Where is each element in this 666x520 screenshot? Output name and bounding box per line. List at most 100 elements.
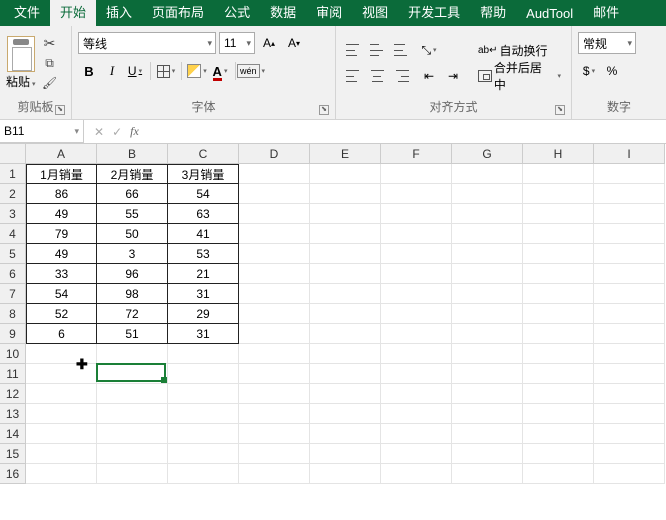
row-header[interactable]: 16 (0, 464, 26, 484)
cell[interactable] (381, 364, 452, 384)
cell[interactable] (452, 244, 523, 264)
cell[interactable] (310, 304, 381, 324)
cell[interactable] (523, 444, 594, 464)
align-center-button[interactable] (366, 65, 388, 87)
cell[interactable] (310, 284, 381, 304)
clipboard-launcher[interactable]: ⬊ (55, 105, 65, 115)
cell[interactable] (452, 364, 523, 384)
cell[interactable]: 86 (26, 184, 97, 204)
cell[interactable] (310, 464, 381, 484)
cell[interactable] (239, 304, 310, 324)
cell[interactable] (239, 444, 310, 464)
cell[interactable] (310, 384, 381, 404)
cell[interactable]: 31 (168, 324, 239, 344)
column-header[interactable]: E (310, 144, 381, 164)
cell[interactable]: 79 (26, 224, 97, 244)
cell[interactable] (523, 204, 594, 224)
cell[interactable] (594, 264, 665, 284)
cell[interactable] (381, 324, 452, 344)
cell[interactable] (523, 344, 594, 364)
cell[interactable] (523, 404, 594, 424)
row-header[interactable]: 9 (0, 324, 26, 344)
cell[interactable] (239, 164, 310, 184)
cell[interactable] (452, 304, 523, 324)
row-header[interactable]: 10 (0, 344, 26, 364)
cell[interactable] (523, 184, 594, 204)
cell[interactable] (168, 404, 239, 424)
cell[interactable]: 49 (26, 204, 97, 224)
tab-开发工具[interactable]: 开发工具 (398, 0, 470, 26)
cell[interactable] (594, 324, 665, 344)
cell[interactable]: 55 (97, 204, 168, 224)
tab-公式[interactable]: 公式 (214, 0, 260, 26)
column-header[interactable]: A (26, 144, 97, 164)
cell[interactable] (452, 284, 523, 304)
font-launcher[interactable]: ⬊ (319, 105, 329, 115)
row-header[interactable]: 12 (0, 384, 26, 404)
cell[interactable] (97, 424, 168, 444)
italic-button[interactable]: I (101, 60, 123, 82)
row-header[interactable]: 4 (0, 224, 26, 244)
cell[interactable]: 6 (26, 324, 97, 344)
cell[interactable]: 50 (97, 224, 168, 244)
enter-formula-button[interactable]: ✓ (112, 125, 122, 139)
cell[interactable]: 3 (97, 244, 168, 264)
tab-AudTool[interactable]: AudTool (516, 1, 583, 26)
cell[interactable] (381, 184, 452, 204)
cell[interactable] (168, 364, 239, 384)
cell[interactable] (594, 444, 665, 464)
cell[interactable] (310, 244, 381, 264)
formula-input[interactable] (149, 121, 666, 143)
wrap-text-button[interactable]: ab↵自动换行 (474, 39, 565, 61)
cancel-formula-button[interactable]: ✕ (94, 125, 104, 139)
align-bottom-button[interactable] (390, 39, 412, 61)
cell[interactable] (523, 384, 594, 404)
underline-button[interactable]: U (124, 60, 146, 82)
cell[interactable] (452, 464, 523, 484)
cell[interactable] (239, 204, 310, 224)
cell[interactable] (381, 344, 452, 364)
cell[interactable] (452, 444, 523, 464)
align-top-button[interactable] (342, 39, 364, 61)
fx-button[interactable]: fx (130, 124, 139, 139)
cell[interactable] (26, 404, 97, 424)
cell[interactable] (310, 184, 381, 204)
decrease-indent-button[interactable]: ⇤ (418, 65, 440, 87)
cell[interactable]: 96 (97, 264, 168, 284)
cell[interactable] (381, 384, 452, 404)
cell[interactable] (452, 224, 523, 244)
cell[interactable] (239, 244, 310, 264)
spreadsheet-grid[interactable]: ABCDEFGHI 12345678910111213141516 1月销量2月… (0, 144, 666, 520)
cell[interactable] (168, 444, 239, 464)
cell[interactable]: 66 (97, 184, 168, 204)
cell[interactable] (310, 324, 381, 344)
cell[interactable] (168, 424, 239, 444)
cell[interactable] (594, 344, 665, 364)
phonetic-button[interactable]: wén (240, 60, 262, 82)
cell[interactable] (523, 424, 594, 444)
cell[interactable] (381, 284, 452, 304)
merge-center-button[interactable]: 合并后居中 (474, 65, 565, 87)
row-header[interactable]: 1 (0, 164, 26, 184)
cell[interactable] (26, 444, 97, 464)
column-header[interactable]: F (381, 144, 452, 164)
row-header[interactable]: 6 (0, 264, 26, 284)
cell[interactable] (26, 464, 97, 484)
cell[interactable] (97, 464, 168, 484)
cell[interactable] (239, 464, 310, 484)
cell[interactable] (310, 224, 381, 244)
cell[interactable] (310, 404, 381, 424)
accounting-format-button[interactable]: $ (578, 60, 600, 82)
cell[interactable] (310, 344, 381, 364)
cell[interactable]: 29 (168, 304, 239, 324)
cell[interactable] (310, 424, 381, 444)
column-header[interactable]: H (523, 144, 594, 164)
cell[interactable] (239, 264, 310, 284)
increase-font-button[interactable]: A▴ (258, 32, 280, 54)
cell[interactable] (523, 324, 594, 344)
cell[interactable] (97, 384, 168, 404)
cell[interactable] (239, 184, 310, 204)
cell[interactable]: 54 (168, 184, 239, 204)
cell[interactable] (26, 364, 97, 384)
cell[interactable] (594, 364, 665, 384)
